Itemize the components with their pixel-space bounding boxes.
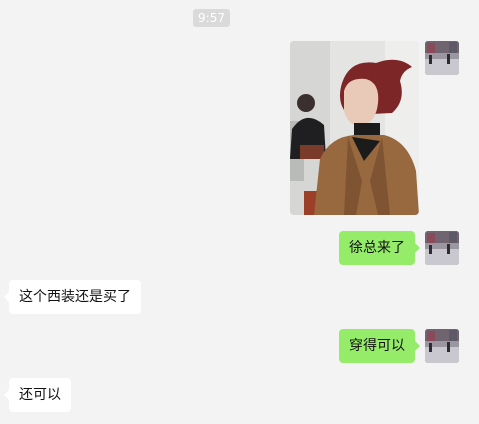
other-text-message[interactable]: 还可以 (4, 378, 71, 412)
my-text-message[interactable]: 穿得可以 (339, 329, 420, 363)
avatar-street-photo-icon (425, 41, 459, 75)
message-timestamp: 9:57 (193, 9, 230, 27)
avatar-street-photo-icon (425, 329, 459, 363)
my-avatar[interactable] (425, 231, 459, 265)
avatar-street-photo-icon (425, 231, 459, 265)
photo-woman-red-hair (290, 41, 419, 215)
my-text-message[interactable]: 徐总来了 (339, 231, 420, 265)
my-avatar[interactable] (425, 41, 459, 75)
image-message[interactable] (290, 41, 419, 215)
my-avatar[interactable] (425, 329, 459, 363)
other-text-message[interactable]: 这个西装还是买了 (4, 280, 141, 314)
